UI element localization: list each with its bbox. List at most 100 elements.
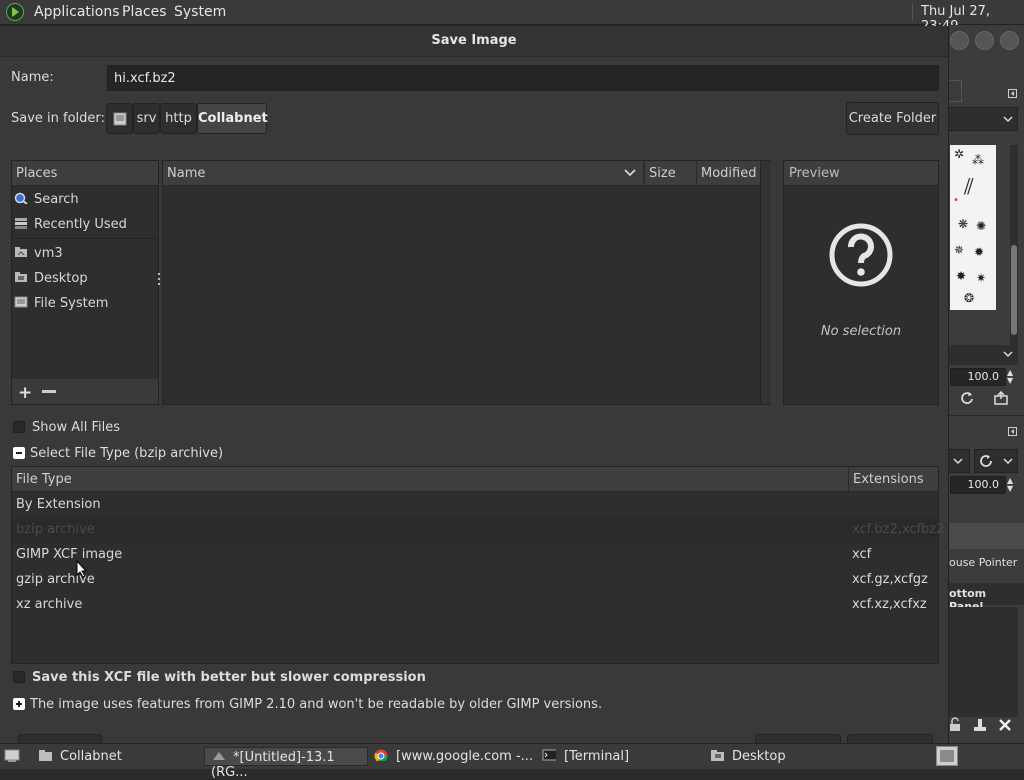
places-divider (12, 238, 158, 239)
sort-chevron-down-icon[interactable] (624, 169, 636, 177)
place-search[interactable]: Search (14, 192, 79, 207)
unlock-icon[interactable] (948, 717, 962, 733)
collapse-expander-icon[interactable] (13, 447, 25, 459)
window-button-icon[interactable] (1000, 31, 1019, 50)
search-icon (14, 192, 28, 204)
scrollbar[interactable] (1010, 145, 1018, 345)
create-folder-button[interactable]: Create Folder (846, 102, 939, 135)
window-button-icon[interactable] (950, 31, 969, 50)
chevron-down-icon (1003, 458, 1013, 465)
terminal-icon (542, 749, 556, 761)
place-desktop[interactable]: Desktop (14, 271, 88, 286)
file-type-row[interactable]: By Extension (12, 493, 938, 518)
taskbar-item-browser[interactable]: [www.google.com -... (374, 747, 538, 766)
folder-icon (39, 750, 52, 761)
show-all-files-label[interactable]: Show All Files (32, 420, 120, 435)
taskbar-item-gimp[interactable]: *[Untitled]-13.1 (RG... (204, 747, 368, 780)
taskbar-item-desktop[interactable]: Desktop (710, 747, 874, 766)
menu-places[interactable]: Places (122, 4, 167, 20)
dropdown-edge[interactable] (948, 80, 962, 102)
spin-arrows-icon[interactable]: ▲ ▼ (1007, 369, 1017, 385)
compression-label[interactable]: Save this XCF file with better but slowe… (32, 670, 426, 685)
remove-bookmark-icon[interactable] (42, 390, 56, 393)
file-list-pane (162, 160, 771, 405)
question-mark-icon (829, 223, 893, 287)
spin-arrows-icon[interactable]: ▲ ▼ (1007, 477, 1017, 493)
column-size[interactable]: Size (644, 161, 696, 186)
column-name[interactable]: Name (163, 161, 643, 186)
option-area (948, 607, 1018, 717)
top-panel: Applications Places System Thu Jul 27, 2… (0, 0, 1024, 34)
name-label: Name: (11, 70, 54, 85)
file-type-row[interactable]: GIMP XCF image xcf (12, 543, 938, 568)
recent-icon (15, 218, 27, 229)
gimp-icon (213, 752, 225, 760)
dialog-titlebar[interactable]: Save Image (0, 26, 948, 57)
mode-selector[interactable] (948, 449, 970, 473)
scrollbar-thumb[interactable] (1011, 245, 1017, 335)
window-button-icon[interactable] (975, 31, 994, 50)
brush-selector[interactable] (948, 107, 1018, 131)
file-type-row[interactable]: gzip archive xcf.gz,xcfgz (12, 568, 938, 593)
desktop-folder-icon (15, 272, 27, 282)
menu-applications[interactable]: Applications (34, 4, 120, 20)
mouse-cursor-icon (76, 560, 88, 578)
preview-header: Preview (784, 161, 938, 186)
select-file-type-expander[interactable]: Select File Type (bzip archive) (30, 446, 223, 461)
file-type-row-selected[interactable]: bzip archive xcf.bz2,xcfbz2 (12, 518, 944, 543)
refresh-icon[interactable] (960, 391, 974, 405)
place-recently-used[interactable]: Recently Used (14, 217, 127, 232)
panel-separator (912, 4, 913, 20)
compatibility-note[interactable]: The image uses features from GIMP 2.10 a… (30, 697, 602, 712)
spacing-value[interactable]: 100.0 (950, 368, 1006, 386)
taskbar-item-collabnet[interactable]: Collabnet (38, 747, 198, 766)
compression-checkbox[interactable] (13, 671, 25, 683)
taskbar: Collabnet *[Untitled]-13.1 (RG... [www.g… (0, 743, 1024, 780)
configure-tab-icon[interactable] (1008, 425, 1017, 436)
partial-panel-label[interactable]: ottom Panel (948, 583, 1024, 613)
stamp-icon[interactable] (972, 717, 988, 733)
breadcrumb-http[interactable]: http (160, 103, 197, 134)
add-bookmark-icon[interactable]: + (18, 383, 32, 403)
breadcrumb-collabnet[interactable]: Collabnet (197, 103, 268, 134)
close-icon[interactable] (997, 717, 1013, 733)
column-file-type[interactable]: File Type (12, 467, 848, 492)
reset-selector[interactable] (974, 449, 1018, 473)
drive-icon (113, 112, 127, 126)
folder-label: Save in folder: (11, 111, 105, 126)
place-file-system[interactable]: File System (14, 296, 108, 311)
file-list-scrollbar[interactable] (760, 161, 771, 404)
chrome-icon (374, 749, 388, 761)
taskbar-item-terminal[interactable]: [Terminal] (542, 747, 706, 766)
menu-system[interactable]: System (174, 4, 226, 20)
place-vm3[interactable]: vm3 (14, 246, 63, 261)
chevron-down-icon (1003, 116, 1013, 123)
expand-expander-icon[interactable] (13, 698, 25, 710)
opacity-value[interactable]: 100.0 (950, 476, 1006, 494)
configure-tab-icon[interactable] (1008, 87, 1017, 98)
column-extensions[interactable]: Extensions (848, 467, 938, 492)
places-header[interactable]: Places (12, 161, 158, 186)
file-type-row[interactable]: xz archive xcf.xz,xcfxz (12, 593, 938, 618)
size-selector[interactable] (948, 345, 1018, 365)
breadcrumb-srv[interactable]: srv (133, 103, 160, 134)
workspace-switcher[interactable] (936, 746, 958, 766)
pane-resize-handle[interactable] (158, 273, 161, 291)
chevron-down-icon (953, 458, 963, 465)
breadcrumb-root-button[interactable] (106, 103, 133, 134)
preview-status: No selection (820, 324, 902, 339)
drive-icon (14, 296, 28, 308)
option-bar[interactable] (948, 523, 1024, 549)
distro-logo-icon[interactable] (6, 3, 24, 21)
column-modified[interactable]: Modified (696, 161, 760, 186)
brush-preview-grid[interactable]: ✲ ⁂ ⫽ • ❋ ✺ ✵ ✹ ✸ ✷ ❂ (950, 145, 996, 310)
dialog-title: Save Image (431, 33, 517, 48)
desktop-folder-icon (711, 750, 724, 761)
show-desktop-icon[interactable] (4, 749, 20, 763)
places-toolbar: + (12, 379, 158, 404)
export-icon[interactable] (993, 390, 1009, 405)
filename-input[interactable] (107, 65, 939, 91)
show-all-files-checkbox[interactable] (13, 421, 25, 433)
background-gimp-window: 100.0 ▲▼ 100.0 ▲▼ ouse Pointer ottom Pan… (948, 25, 1024, 743)
chevron-down-icon (1003, 351, 1013, 358)
